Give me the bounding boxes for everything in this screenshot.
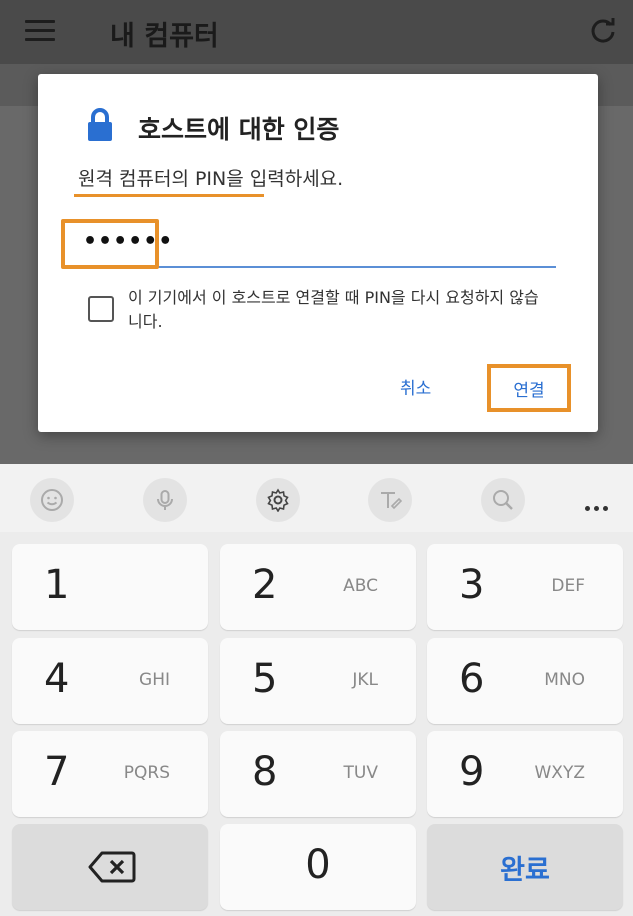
numeric-keyboard: 1 2 ABC 3 DEF 4 GHI 5 JKL 6 MNO 7 PQRS 8…: [0, 532, 633, 916]
pin-highlight-box: [61, 219, 159, 269]
connect-button[interactable]: 연결: [487, 364, 571, 412]
lock-icon: [88, 108, 112, 141]
menu-icon[interactable]: [25, 20, 55, 42]
search-icon[interactable]: [481, 478, 525, 522]
key-1[interactable]: 1: [12, 544, 208, 630]
key-8[interactable]: 8 TUV: [220, 731, 416, 817]
key-letters: WXYZ: [534, 763, 586, 783]
host-auth-dialog: 호스트에 대한 인증 원격 컴퓨터의 PIN을 입력하세요. 이 기기에서 이 …: [38, 74, 598, 432]
done-label: 완료: [500, 855, 550, 886]
key-number: 5: [252, 656, 278, 702]
cancel-button[interactable]: 취소: [400, 374, 431, 399]
handwriting-icon[interactable]: [368, 478, 412, 522]
app-bar: 내 컴퓨터: [0, 0, 633, 64]
settings-icon[interactable]: [256, 478, 300, 522]
backspace-icon: [88, 851, 136, 883]
refresh-icon[interactable]: [589, 16, 617, 44]
key-number: 8: [252, 749, 278, 795]
dialog-title: 호스트에 대한 인증: [138, 115, 340, 144]
key-0[interactable]: 0: [220, 824, 416, 910]
key-letters: GHI: [139, 670, 170, 690]
key-number: 4: [44, 656, 70, 702]
key-4[interactable]: 4 GHI: [12, 638, 208, 724]
key-letters: JKL: [352, 670, 378, 690]
remember-pin-label: 이 기기에서 이 호스트로 연결할 때 PIN을 다시 요청하지 않습니다.: [128, 288, 539, 331]
key-5[interactable]: 5 JKL: [220, 638, 416, 724]
key-letters: PQRS: [123, 763, 170, 783]
key-number: 7: [44, 749, 70, 795]
key-letters: MNO: [544, 670, 585, 690]
key-9[interactable]: 9 WXYZ: [427, 731, 623, 817]
key-letters: ABC: [343, 576, 378, 596]
key-number: 6: [459, 656, 485, 702]
key-number: 0: [305, 842, 331, 888]
done-key[interactable]: 완료: [427, 824, 623, 910]
key-number: 9: [459, 749, 485, 795]
mic-icon[interactable]: [143, 478, 187, 522]
key-letters: TUV: [343, 763, 378, 783]
key-6[interactable]: 6 MNO: [427, 638, 623, 724]
remember-pin-checkbox[interactable]: [88, 296, 114, 322]
key-letters: DEF: [551, 576, 585, 596]
keyboard-toolbar: [0, 464, 633, 532]
key-7[interactable]: 7 PQRS: [12, 731, 208, 817]
message-highlight-underline: [74, 194, 264, 197]
key-2[interactable]: 2 ABC: [220, 544, 416, 630]
more-icon[interactable]: [585, 496, 615, 511]
key-number: 2: [252, 562, 278, 608]
backspace-key[interactable]: [12, 824, 208, 910]
emoji-icon[interactable]: [30, 478, 74, 522]
key-3[interactable]: 3 DEF: [427, 544, 623, 630]
app-title: 내 컴퓨터: [110, 21, 219, 52]
key-number: 3: [459, 562, 485, 608]
dialog-message: 원격 컴퓨터의 PIN을 입력하세요.: [78, 168, 344, 190]
key-number: 1: [44, 562, 70, 608]
